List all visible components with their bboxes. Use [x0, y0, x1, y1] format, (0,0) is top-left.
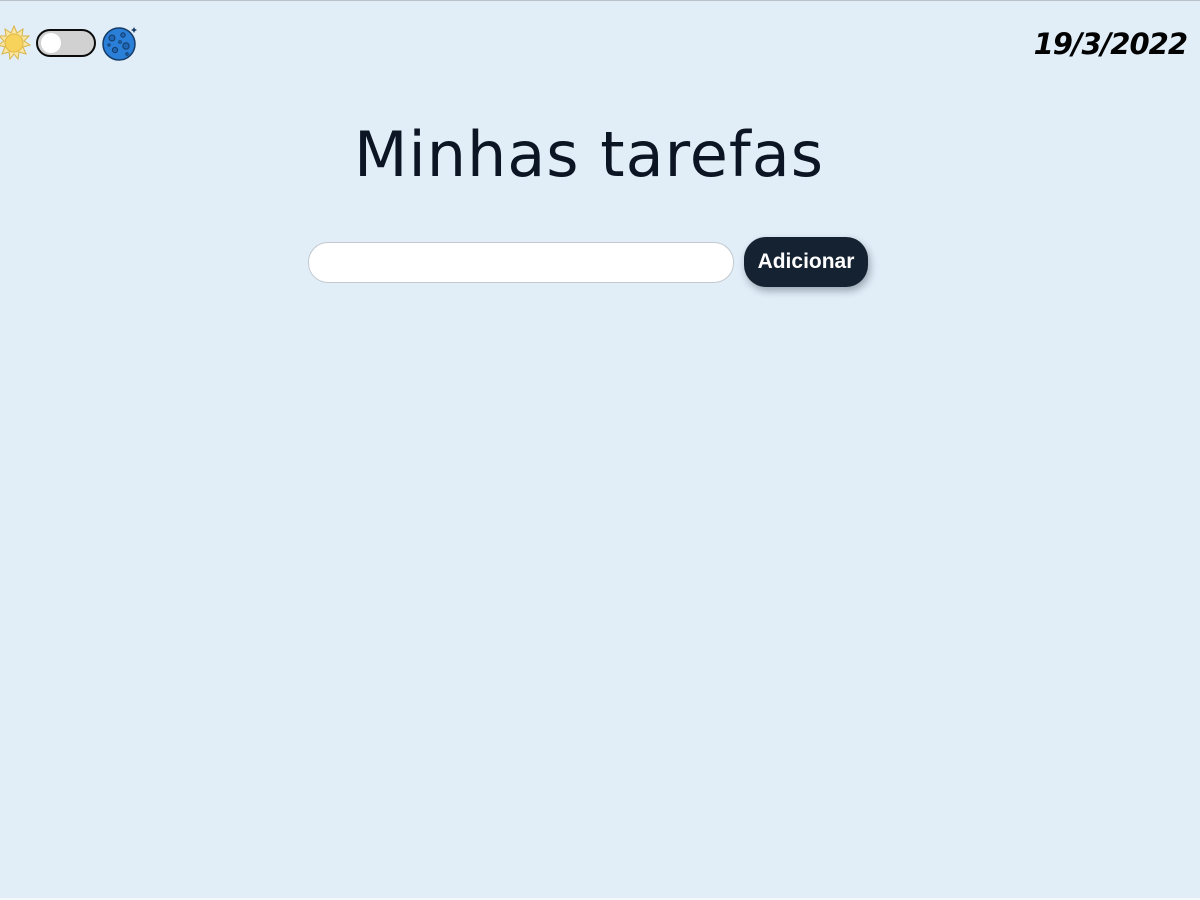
moon-icon [102, 27, 137, 61]
theme-toggle[interactable] [36, 29, 96, 57]
task-form: Adicionar [308, 237, 868, 287]
sun-icon [0, 24, 31, 61]
page-title: Minhas tarefas [353, 118, 824, 191]
toggle-knob [41, 33, 61, 53]
task-input[interactable] [308, 241, 734, 283]
current-date: 19/3/2022 [1033, 27, 1188, 61]
top-border [0, 0, 1200, 1]
add-task-button[interactable]: Adicionar [744, 237, 868, 287]
theme-switch [0, 24, 139, 62]
